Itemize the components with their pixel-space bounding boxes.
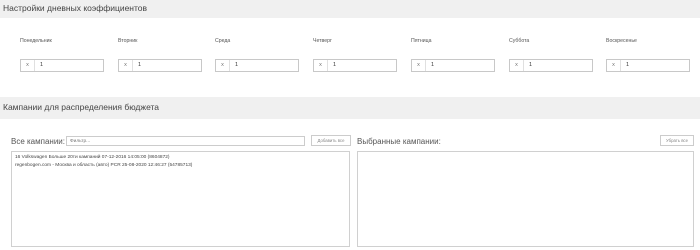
day-label: Четверг <box>313 38 332 44</box>
day-tuesday: Вторник x 1 <box>118 38 202 72</box>
day-sunday: Воскресенье x 1 <box>606 38 690 72</box>
coefficient-value: 1 <box>529 62 533 68</box>
coefficient-value: 1 <box>626 62 630 68</box>
coefficient-value: 1 <box>431 62 435 68</box>
clear-icon[interactable]: x <box>314 60 328 71</box>
clear-icon[interactable]: x <box>510 60 524 71</box>
clear-icon[interactable]: x <box>21 60 35 71</box>
day-label: Воскресенье <box>606 38 637 44</box>
add-all-button[interactable]: Добавить все <box>311 135 351 146</box>
day-label: Вторник <box>118 38 138 44</box>
selected-campaigns-label: Выбранные кампании: <box>357 137 441 146</box>
coefficient-input[interactable]: x 1 <box>313 59 397 72</box>
daily-coefficients-header: Настройки дневных коэффициентов <box>0 0 700 18</box>
day-label: Суббота <box>509 38 530 44</box>
all-campaigns-label: Все кампании: <box>11 137 65 146</box>
coefficient-input[interactable]: x 1 <box>411 59 495 72</box>
coefficient-value: 1 <box>138 62 142 68</box>
coefficient-input[interactable]: x 1 <box>215 59 299 72</box>
day-label: Понедельник <box>20 38 52 44</box>
day-wednesday: Среда x 1 <box>215 38 299 72</box>
all-campaigns-list[interactable]: 16 Volkswagen Больше 20ти кампаний 07-12… <box>11 151 350 247</box>
daily-coefficients-panel: Понедельник x 1 Вторник x 1 Среда x 1 Че… <box>0 18 700 97</box>
coefficient-input[interactable]: x 1 <box>606 59 690 72</box>
coefficient-input[interactable]: x 1 <box>509 59 593 72</box>
remove-all-button[interactable]: Убрать все <box>660 135 694 146</box>
list-item[interactable]: 16 Volkswagen Больше 20ти кампаний 07-12… <box>12 154 349 162</box>
day-label: Среда <box>215 38 231 44</box>
selected-campaigns-list[interactable] <box>357 151 694 247</box>
clear-icon[interactable]: x <box>119 60 133 71</box>
day-friday: Пятница x 1 <box>411 38 495 72</box>
coefficient-value: 1 <box>235 62 239 68</box>
clear-icon[interactable]: x <box>607 60 621 71</box>
coefficient-input[interactable]: x 1 <box>20 59 104 72</box>
budget-campaigns-panel: Все кампании: Добавить все Выбранные кам… <box>0 119 700 250</box>
coefficient-value: 1 <box>40 62 44 68</box>
day-monday: Понедельник x 1 <box>20 38 104 72</box>
clear-icon[interactable]: x <box>412 60 426 71</box>
coefficient-input[interactable]: x 1 <box>118 59 202 72</box>
list-item[interactable]: regenbogen.com - Москва и область (авто)… <box>12 162 349 170</box>
budget-campaigns-header: Кампании для распределения бюджета <box>0 97 700 119</box>
clear-icon[interactable]: x <box>216 60 230 71</box>
day-thursday: Четверг x 1 <box>313 38 397 72</box>
day-label: Пятница <box>411 38 432 44</box>
day-saturday: Суббота x 1 <box>509 38 593 72</box>
campaign-filter-input[interactable] <box>66 136 305 146</box>
coefficient-value: 1 <box>333 62 337 68</box>
